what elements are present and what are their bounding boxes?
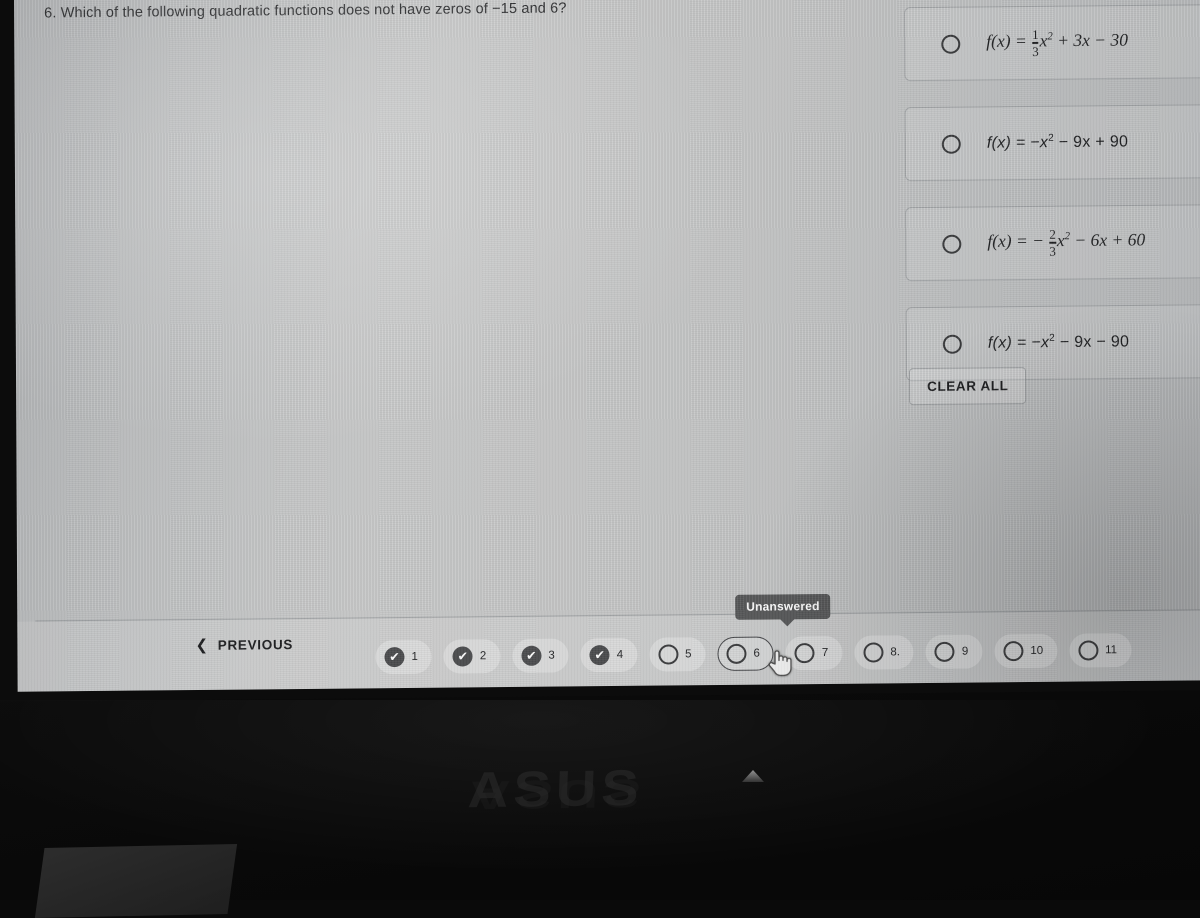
brand-logo: ASUS xyxy=(466,758,645,819)
answer-option-d-text: f(x) = −x2 − 9x − 90 xyxy=(987,333,1130,353)
radio-option-c[interactable] xyxy=(942,234,962,254)
check-circle-icon: ✔ xyxy=(521,645,542,666)
pager-item-11[interactable]: 11 xyxy=(1069,633,1132,668)
previous-button-label: PREVIOUS xyxy=(217,636,294,653)
radio-option-b[interactable] xyxy=(941,134,961,154)
pager-item-7[interactable]: 7 xyxy=(785,635,843,671)
empty-circle-icon xyxy=(934,641,955,662)
empty-circle-icon xyxy=(794,643,815,664)
pager-item-2[interactable]: ✔ 2 xyxy=(443,639,501,674)
fraction-two-thirds: 2 3 xyxy=(1049,226,1056,259)
empty-circle-icon xyxy=(658,644,679,665)
question-text: 6. Which of the following quadratic func… xyxy=(44,0,567,22)
pager-item-label: 10 xyxy=(1030,644,1044,658)
pager-item-label: 7 xyxy=(821,646,829,660)
answer-option-a[interactable]: f(x) = 1 3 x2 + 3x − 30 xyxy=(904,4,1200,82)
answer-option-a-text: f(x) = 1 3 x2 + 3x − 30 xyxy=(986,26,1129,59)
quiz-page: 6. Which of the following quadratic func… xyxy=(14,0,1200,692)
radio-option-d[interactable] xyxy=(942,334,962,354)
chevron-left-icon: ❮ xyxy=(195,636,209,655)
pager-item-8[interactable]: 8. xyxy=(854,635,914,670)
fraction-one-third: 1 3 xyxy=(1032,26,1039,59)
answer-option-c-text: f(x) = − 2 3 x2 − 6x + 60 xyxy=(987,226,1146,259)
pager-item-1[interactable]: ✔ 1 xyxy=(375,639,432,675)
empty-circle-icon xyxy=(1078,640,1099,661)
pager-item-label: 5 xyxy=(685,648,692,661)
question-pager: ✔ 1 ✔ 2 ✔ 3 ✔ 4 5 6 7 8. 9 10 11 xyxy=(375,633,1132,675)
empty-circle-icon xyxy=(1003,641,1024,662)
answer-option-b[interactable]: f(x) = −x2 − 9x + 90 xyxy=(904,104,1200,182)
radio-option-a[interactable] xyxy=(941,34,961,54)
pager-item-label: 1 xyxy=(411,650,418,663)
pager-item-label: 4 xyxy=(616,648,624,661)
unanswered-tooltip: Unanswered xyxy=(735,593,831,627)
trackpad-surface xyxy=(34,843,238,918)
previous-button[interactable]: ❮ PREVIOUS xyxy=(195,635,293,654)
clear-all-button[interactable]: CLEAR ALL xyxy=(908,367,1027,406)
empty-circle-icon xyxy=(726,643,747,664)
pager-item-label: 6 xyxy=(753,647,760,660)
pager-item-9[interactable]: 9 xyxy=(925,634,983,670)
pager-item-label: 11 xyxy=(1105,644,1118,657)
laptop-photo: 6. Which of the following quadratic func… xyxy=(0,0,1200,918)
check-circle-icon: ✔ xyxy=(589,645,610,666)
check-circle-icon: ✔ xyxy=(384,647,405,668)
screen-display: 6. Which of the following quadratic func… xyxy=(14,0,1200,692)
pager-item-10[interactable]: 10 xyxy=(994,633,1058,669)
pager-item-5[interactable]: 5 xyxy=(649,637,706,672)
answer-option-b-text: f(x) = −x2 − 9x + 90 xyxy=(986,133,1129,153)
tooltip-label: Unanswered xyxy=(746,599,820,614)
pager-item-3[interactable]: ✔ 3 xyxy=(512,638,569,673)
hand-cursor-icon xyxy=(768,650,792,677)
check-circle-icon: ✔ xyxy=(452,646,473,667)
pager-item-label: 8. xyxy=(890,646,900,659)
tooltip-arrow-icon xyxy=(779,618,796,627)
pager-item-label: 9 xyxy=(961,645,969,658)
pager-item-4[interactable]: ✔ 4 xyxy=(580,637,638,673)
hinge-highlight xyxy=(742,770,764,782)
pager-item-label: 3 xyxy=(548,649,555,662)
laptop-screen-assembly: 6. Which of the following quadratic func… xyxy=(0,0,1200,702)
answer-options-list: f(x) = 1 3 x2 + 3x − 30 f(x) = −x2 − 9x … xyxy=(904,4,1200,407)
empty-circle-icon xyxy=(863,642,884,663)
answer-option-c[interactable]: f(x) = − 2 3 x2 − 6x + 60 xyxy=(905,204,1200,282)
pager-item-label: 2 xyxy=(479,650,487,663)
